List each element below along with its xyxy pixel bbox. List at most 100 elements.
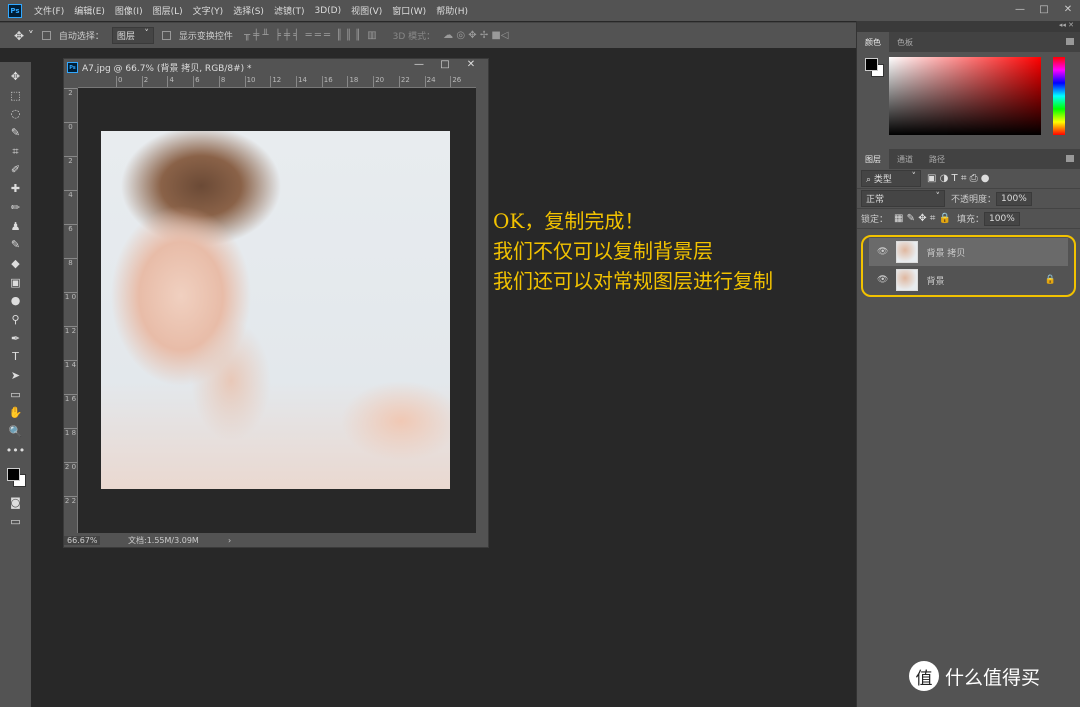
canvas-area[interactable]	[78, 88, 476, 535]
ruler-tick: 8	[64, 258, 77, 292]
eyedropper-tool-icon[interactable]: ✐	[11, 161, 20, 180]
layer-row-selected[interactable]: 👁 背景 拷贝	[869, 238, 1068, 266]
panel-menu-icon[interactable]	[1066, 155, 1074, 162]
filter-type-icons[interactable]: ▣ ◑ T ⌗ ⎙ ●	[927, 173, 990, 184]
menu-help[interactable]: 帮助(H)	[436, 4, 468, 17]
menu-edit[interactable]: 编辑(E)	[74, 4, 105, 17]
menu-filter[interactable]: 滤镜(T)	[274, 4, 305, 17]
doc-minimize-button[interactable]: —	[406, 59, 432, 70]
auto-select-dropdown[interactable]: 图层 ˅	[111, 27, 154, 44]
align-icons[interactable]: ╥ ╪ ╨ ╞ ╪ ╡ ═ ═ ═ ║ ║ ║ ▥	[241, 30, 377, 41]
menu-select[interactable]: 选择(S)	[233, 4, 264, 17]
move-tool-icon[interactable]: ✥ ˅	[14, 29, 34, 43]
lock-icons[interactable]: ▦ ✎ ✥ ⌗ 🔒	[894, 213, 951, 224]
menu-window[interactable]: 窗口(W)	[392, 4, 426, 17]
ruler-tick: 12	[270, 76, 296, 87]
eye-icon[interactable]: 👁	[877, 247, 888, 257]
vertical-scrollbar[interactable]	[476, 88, 488, 535]
quick-mask-icon[interactable]: ◙	[10, 494, 21, 513]
color-panel-tabs: 颜色 色板	[857, 32, 1080, 52]
layer-filter-row: ⌕ 类型 ˅ ▣ ◑ T ⌗ ⎙ ●	[857, 169, 1080, 189]
document-title: A7.jpg @ 66.7% (背景 拷贝, RGB/8#) *	[82, 64, 252, 74]
ruler-tick: 4	[167, 76, 193, 87]
photoshop-logo: Ps	[8, 3, 22, 18]
show-transform-checkbox[interactable]	[161, 31, 171, 40]
layer-filter-dropdown[interactable]: ⌕ 类型 ˅	[861, 170, 921, 187]
minimize-button[interactable]: —	[1008, 0, 1032, 18]
pen-tool-icon[interactable]: ✒	[11, 330, 20, 349]
healing-tool-icon[interactable]: ✚	[11, 180, 20, 199]
canvas-image[interactable]	[101, 131, 450, 489]
eye-icon[interactable]: 👁	[877, 275, 888, 285]
collapse-panels-icon[interactable]: ◂◂ ✕	[857, 21, 1080, 32]
dodge-tool-icon[interactable]: ⚲	[11, 311, 19, 330]
doc-close-button[interactable]: ✕	[458, 59, 484, 70]
foreground-color[interactable]	[865, 58, 878, 71]
path-select-tool-icon[interactable]: ➤	[11, 367, 20, 386]
ruler-tick: 1 6	[64, 394, 77, 428]
ruler-tick: 2	[64, 156, 77, 190]
blur-tool-icon[interactable]: ●	[11, 292, 21, 311]
move-tool-icon[interactable]: ✥	[11, 68, 20, 87]
chevron-down-icon: ˅	[144, 29, 149, 39]
doc-maximize-button[interactable]: □	[432, 59, 458, 70]
color-field[interactable]	[889, 57, 1041, 135]
ruler-tick: 1 2	[64, 326, 77, 360]
opacity-input[interactable]: 100%	[996, 191, 1033, 206]
tab-paths[interactable]: 路径	[921, 149, 953, 169]
ruler-tick: 4	[64, 190, 77, 224]
screen-mode-icon[interactable]: ▭	[10, 513, 20, 532]
ruler-tick: 18	[347, 76, 373, 87]
lasso-tool-icon[interactable]: ◌	[11, 105, 21, 124]
3d-tool-icons[interactable]: ☁ ◎ ✥ ✢ ■◁	[443, 30, 508, 41]
tab-swatches[interactable]: 色板	[889, 32, 921, 52]
tab-layers[interactable]: 图层	[857, 149, 889, 169]
menu-file[interactable]: 文件(F)	[34, 4, 64, 17]
maximize-button[interactable]: □	[1032, 0, 1056, 18]
doc-size: 文档:1.55M/3.09M	[128, 535, 199, 545]
ruler-tick: 2	[141, 76, 168, 87]
blend-mode-dropdown[interactable]: 正常 ˅	[861, 190, 945, 207]
zoom-level[interactable]: 66.67%	[64, 535, 100, 545]
shape-tool-icon[interactable]: ▭	[10, 386, 20, 405]
eraser-tool-icon[interactable]: ◆	[11, 255, 19, 274]
zoom-tool-icon[interactable]: 🔍	[9, 423, 23, 442]
blend-row: 正常 ˅ 不透明度： 100%	[857, 189, 1080, 209]
layer-name[interactable]: 背景 拷贝	[926, 246, 965, 259]
more-tools-icon[interactable]: •••	[6, 442, 25, 461]
close-button[interactable]: ✕	[1056, 0, 1080, 18]
menu-view[interactable]: 视图(V)	[351, 4, 382, 17]
hue-slider[interactable]	[1053, 57, 1065, 135]
fill-input[interactable]: 100%	[984, 211, 1021, 226]
gradient-tool-icon[interactable]: ▣	[10, 274, 20, 293]
menu-bar: Ps 文件(F) 编辑(E) 图像(I) 图层(L) 文字(Y) 选择(S) 滤…	[0, 0, 1080, 21]
layer-thumbnail	[896, 241, 919, 263]
auto-select-checkbox[interactable]	[41, 31, 51, 40]
lock-row: 锁定： ▦ ✎ ✥ ⌗ 🔒 填充： 100%	[857, 209, 1080, 229]
type-tool-icon[interactable]: T	[12, 348, 19, 367]
tab-color[interactable]: 颜色	[857, 32, 889, 52]
ruler-tick: 24	[424, 76, 451, 87]
crop-tool-icon[interactable]: ⌗	[12, 143, 18, 162]
annotation-line: 我们不仅可以复制背景层	[493, 239, 713, 263]
brush-tool-icon[interactable]: ✏	[11, 199, 20, 218]
watermark-text: 什么值得买	[945, 666, 1041, 689]
stamp-tool-icon[interactable]: ♟	[11, 218, 21, 237]
color-swatches[interactable]	[5, 466, 27, 488]
filter-label: 类型	[873, 175, 892, 185]
3d-mode-label: 3D 模式：	[392, 32, 436, 42]
panel-menu-icon[interactable]	[1066, 38, 1074, 45]
chevron-right-icon[interactable]: ›	[228, 536, 231, 545]
tab-channels[interactable]: 通道	[889, 149, 921, 169]
history-brush-tool-icon[interactable]: ✎	[11, 236, 20, 255]
layer-row[interactable]: 👁 背景 🔒	[869, 266, 1068, 294]
marquee-tool-icon[interactable]: ⬚	[10, 87, 20, 106]
menu-layer[interactable]: 图层(L)	[153, 4, 183, 17]
layer-name[interactable]: 背景	[926, 274, 944, 287]
hand-tool-icon[interactable]: ✋	[9, 404, 23, 423]
menu-type[interactable]: 文字(Y)	[193, 4, 224, 17]
menu-image[interactable]: 图像(I)	[115, 4, 143, 17]
document-tab[interactable]: Ps A7.jpg @ 66.7% (背景 拷贝, RGB/8#) * — □ …	[64, 59, 488, 76]
quick-select-tool-icon[interactable]: ✎	[11, 124, 20, 143]
menu-3d[interactable]: 3D(D)	[314, 6, 341, 16]
